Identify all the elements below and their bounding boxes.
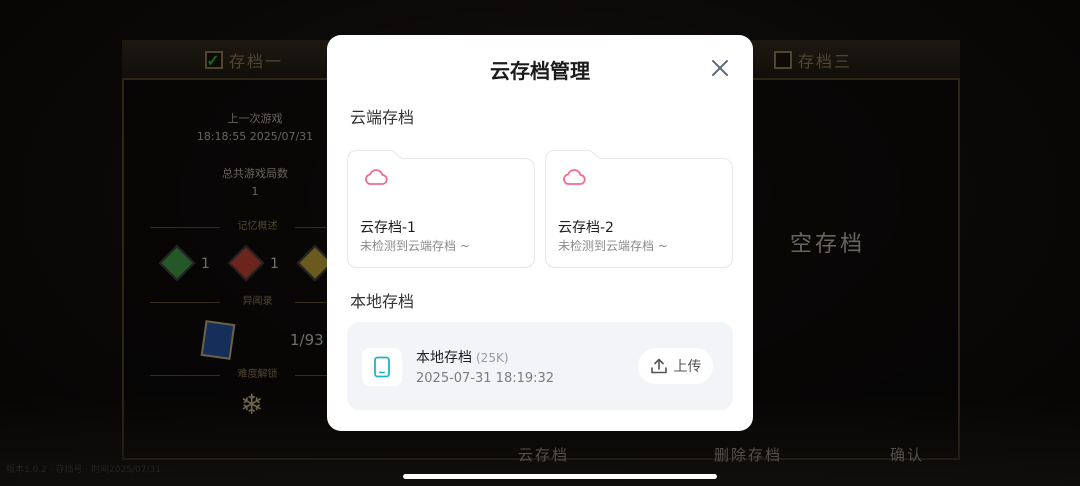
upload-icon [650, 358, 667, 374]
cloud-slot-name: 云存档-2 [558, 220, 614, 236]
upload-button[interactable]: 上传 [638, 348, 713, 384]
cloud-slot-status: 未检测到云端存档 ~ [360, 239, 470, 253]
upload-label: 上传 [673, 359, 702, 375]
device-icon-box [362, 348, 402, 386]
cloud-icon [563, 169, 586, 185]
cloud-slot-card-2[interactable]: 云存档-2 未检测到云端存档 ~ [545, 150, 733, 268]
close-icon [712, 60, 728, 76]
close-button[interactable] [707, 55, 733, 81]
local-save-title: 本地存档 (25K) [416, 347, 509, 367]
tablet-icon [374, 356, 390, 378]
local-section-title: 本地存档 [350, 292, 415, 311]
home-indicator[interactable] [403, 474, 717, 479]
dialog-title: 云存档管理 [490, 59, 590, 83]
cloud-save-dialog: 云存档管理 云端存档 云存档-1 未检测到云端存档 ~ 云存档-2 未检测到云端… [327, 35, 753, 431]
cloud-section-title: 云端存档 [350, 108, 415, 127]
local-save-name: 本地存档 [416, 350, 472, 366]
cloud-slot-name: 云存档-1 [360, 220, 416, 236]
local-save-card: 本地存档 (25K) 2025-07-31 18:19:32 上传 [347, 322, 733, 410]
cloud-slot-card-1[interactable]: 云存档-1 未检测到云端存档 ~ [347, 150, 535, 268]
cloud-icon [365, 169, 388, 185]
local-save-size: (25K) [476, 351, 509, 365]
cloud-slot-status: 未检测到云端存档 ~ [558, 239, 668, 253]
local-save-time: 2025-07-31 18:19:32 [416, 371, 555, 386]
